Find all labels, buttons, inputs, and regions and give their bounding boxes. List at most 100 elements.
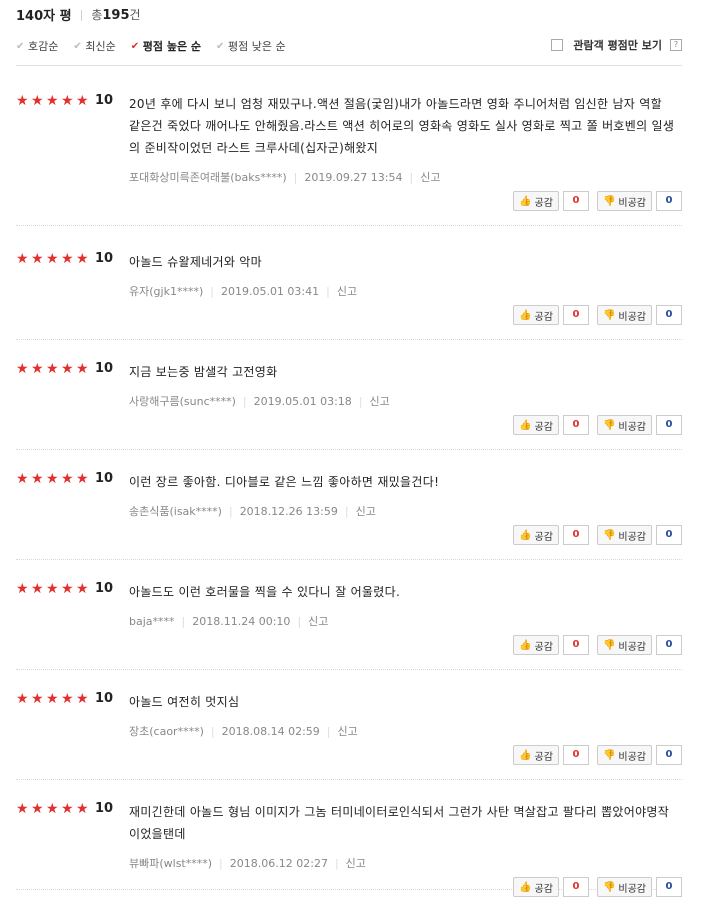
- star-icon: ★: [31, 800, 44, 817]
- review-header: 140자 평 | 총195건: [16, 0, 682, 28]
- meta-divider: |: [326, 724, 331, 738]
- star-icon: ★: [46, 92, 59, 109]
- star-icon: ★: [31, 360, 44, 377]
- like-button[interactable]: 👍 공감: [513, 525, 559, 545]
- meta-divider: |: [293, 170, 298, 184]
- review-date: 2019.09.27 13:54: [304, 170, 403, 184]
- like-button[interactable]: 👍 공감: [513, 191, 559, 211]
- review-item: ★ ★ ★ ★ ★ 10 20년 후에 다시 보니 엄청 재밌구나.액션 절음(…: [16, 73, 682, 226]
- star-icon: ★: [61, 800, 74, 817]
- section-title: 140자 평: [16, 8, 72, 24]
- dislike-button[interactable]: 👎 비공감: [596, 745, 652, 765]
- vote-buttons: 👍 공감 0 👎 비공감 0: [513, 525, 682, 545]
- review-panel: 140자 평 | 총195건 ✔ 호감순 ✔ 최신순 ✔ 평점 높은 순 ✔ 평점 낮은…: [16, 0, 682, 897]
- review-date: 2018.06.12 02:27: [229, 856, 328, 870]
- like-button[interactable]: 👍 공감: [513, 415, 559, 435]
- star-icon: ★: [76, 470, 89, 487]
- check-icon: ✔: [73, 40, 82, 52]
- user-name[interactable]: 사랑해구름(sunc****): [129, 393, 236, 409]
- review-meta: 장초(caor****) | 2018.08.14 02:59 | 신고: [129, 723, 358, 739]
- thumbs-up-icon: 👍: [519, 749, 532, 761]
- review-item: ★ ★ ★ ★ ★ 10 재미긴한데 아놀드 형님 이미지가 그놈 터미네이터로…: [16, 781, 682, 897]
- score-value: 10: [95, 691, 114, 706]
- review-text: 20년 후에 다시 보니 엄청 재밌구나.액션 절음(궃임)내가 아놀드라면 영…: [129, 97, 675, 155]
- review-item: ★ ★ ★ ★ ★ 10 이런 장르 좋아함. 디아블로 같은 느낌 좋아하면 …: [16, 451, 682, 560]
- sort-option-likes[interactable]: ✔ 호감순: [16, 38, 58, 54]
- star-icon: ★: [46, 800, 59, 817]
- report-link[interactable]: 신고: [356, 503, 376, 519]
- user-name[interactable]: 뷰빠파(wlst****): [129, 855, 212, 871]
- sort-option-newest[interactable]: ✔ 최신순: [73, 38, 115, 54]
- review-date: 2018.11.24 00:10: [192, 614, 291, 628]
- review-meta: 송촌식품(isak****) | 2018.12.26 13:59 | 신고: [129, 503, 376, 519]
- star-icon: ★: [76, 92, 89, 109]
- star-icon: ★: [31, 92, 44, 109]
- report-link[interactable]: 신고: [308, 613, 328, 629]
- report-link[interactable]: 신고: [370, 393, 390, 409]
- review-item: ★ ★ ★ ★ ★ 10 아놀드 슈왈제네거와 악마 유자(gjk1****) …: [16, 231, 682, 340]
- header-divider: |: [79, 7, 84, 21]
- meta-divider: |: [210, 724, 215, 738]
- report-link[interactable]: 신고: [337, 283, 357, 299]
- score-value: 10: [95, 251, 114, 266]
- star-icon: ★: [61, 92, 74, 109]
- vote-buttons: 👍 공감 0 👎 비공감 0: [513, 415, 682, 435]
- like-button[interactable]: 👍 공감: [513, 745, 559, 765]
- thumbs-down-icon: 👎: [602, 529, 616, 541]
- sort-option-highest[interactable]: ✔ 평점 높은 순: [131, 38, 201, 54]
- score-value: 10: [95, 581, 114, 596]
- sort-option-lowest[interactable]: ✔ 평점 낮은 순: [216, 38, 286, 54]
- dislike-button[interactable]: 👎 비공감: [596, 415, 652, 435]
- dislike-count: 0: [656, 877, 682, 897]
- star-icon: ★: [16, 800, 29, 817]
- report-link[interactable]: 신고: [338, 723, 358, 739]
- vote-buttons: 👍 공감 0 👎 비공감 0: [513, 191, 682, 211]
- star-icon: ★: [16, 92, 29, 109]
- user-name[interactable]: baja****: [129, 615, 175, 628]
- dislike-button[interactable]: 👎 비공감: [596, 525, 652, 545]
- report-link[interactable]: 신고: [346, 855, 366, 871]
- total-count: 총195건: [91, 7, 141, 23]
- star-icon: ★: [61, 690, 74, 707]
- user-name[interactable]: 유자(gjk1****): [129, 283, 203, 299]
- review-meta: 사랑해구름(sunc****) | 2019.05.01 03:18 | 신고: [129, 393, 390, 409]
- review-item: ★ ★ ★ ★ ★ 10 아놀드 여전히 멋지심 장초(caor****) | …: [16, 671, 682, 780]
- help-icon[interactable]: ?: [670, 39, 682, 51]
- thumbs-up-icon: 👍: [519, 881, 532, 893]
- star-rating: ★ ★ ★ ★ ★ 10: [16, 93, 113, 108]
- user-name[interactable]: 포대화상미륵존여래불(baks****): [129, 169, 287, 185]
- sort-bar: ✔ 호감순 ✔ 최신순 ✔ 평점 높은 순 ✔ 평점 낮은 순 관람객 평점만 보기 ?: [16, 37, 682, 55]
- like-button[interactable]: 👍 공감: [513, 877, 559, 897]
- dislike-button[interactable]: 👎 비공감: [596, 635, 652, 655]
- audience-only-checkbox[interactable]: [551, 39, 564, 51]
- dislike-count: 0: [656, 305, 682, 325]
- like-button[interactable]: 👍 공감: [513, 635, 559, 655]
- like-count: 0: [562, 877, 589, 897]
- vote-buttons: 👍 공감 0 👎 비공감 0: [513, 305, 682, 325]
- report-link[interactable]: 신고: [420, 169, 440, 185]
- audience-only-label[interactable]: 관람객 평점만 보기: [573, 37, 662, 53]
- like-count: 0: [562, 745, 589, 765]
- star-icon: ★: [46, 470, 59, 487]
- dislike-count: 0: [656, 635, 682, 655]
- meta-divider: |: [219, 856, 223, 870]
- thumbs-down-icon: 👎: [602, 881, 616, 893]
- star-rating: ★ ★ ★ ★ ★ 10: [16, 471, 113, 486]
- thumbs-down-icon: 👎: [602, 419, 616, 431]
- star-icon: ★: [46, 360, 59, 377]
- dislike-button[interactable]: 👎 비공감: [596, 191, 652, 211]
- user-name[interactable]: 장초(caor****): [129, 723, 204, 739]
- meta-divider: |: [181, 614, 186, 628]
- dislike-button[interactable]: 👎 비공감: [596, 877, 652, 897]
- score-value: 10: [95, 471, 114, 486]
- review-meta: 뷰빠파(wlst****) | 2018.06.12 02:27 | 신고: [129, 855, 366, 871]
- star-icon: ★: [16, 580, 29, 597]
- like-button[interactable]: 👍 공감: [513, 305, 559, 325]
- star-icon: ★: [16, 360, 29, 377]
- star-rating: ★ ★ ★ ★ ★ 10: [16, 691, 113, 706]
- thumbs-up-icon: 👍: [519, 309, 532, 321]
- star-icon: ★: [61, 250, 74, 267]
- star-icon: ★: [76, 800, 89, 817]
- user-name[interactable]: 송촌식품(isak****): [129, 503, 222, 519]
- dislike-button[interactable]: 👎 비공감: [596, 305, 652, 325]
